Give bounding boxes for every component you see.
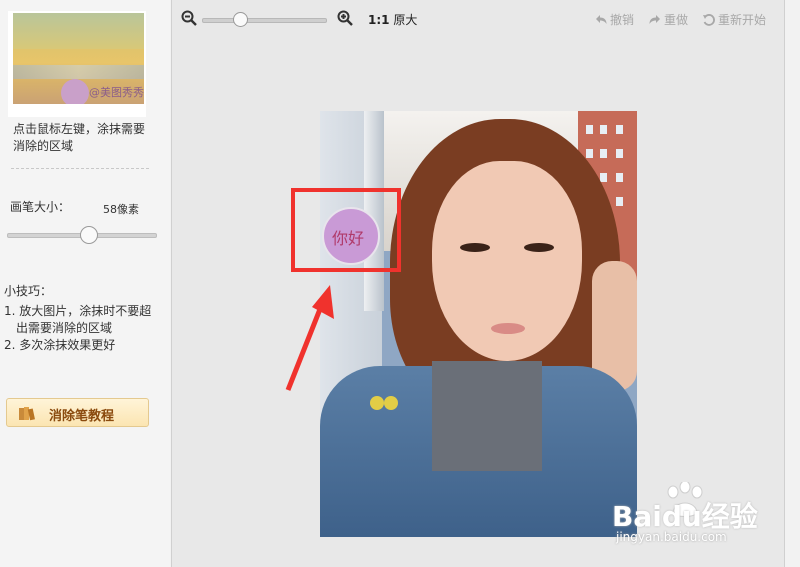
thumbnail-sky — [13, 13, 144, 49]
instruction-text: 点击鼠标左键，涂抹需要消除的区域 — [13, 122, 146, 153]
redo-label: 重做 — [664, 13, 689, 27]
photo-badge — [384, 396, 398, 410]
photo-face — [432, 161, 582, 361]
pointer-arrow-icon — [285, 285, 334, 391]
meitu-logo-icon — [61, 79, 89, 104]
zoom-in-icon[interactable] — [337, 10, 353, 26]
undo-label: 撤销 — [610, 13, 635, 27]
ratio-label: 原大 — [393, 13, 418, 27]
tip-item: 2. 多次涂抹效果更好 — [4, 338, 116, 352]
zoom-out-icon[interactable] — [181, 10, 197, 26]
baidu-watermark-url: jingyan.baidu.com — [616, 530, 727, 544]
undo-icon — [596, 14, 607, 24]
tips-list: 1. 放大图片，涂抹时不要超出需要消除的区域 2. 多次涂抹效果更好 — [2, 303, 157, 354]
restart-icon — [703, 13, 715, 26]
sidebar: @美图秀秀 点击鼠标左键，涂抹需要消除的区域 画笔大小： 58像素 小技巧： 1… — [0, 0, 170, 567]
thumbnail-image: @美图秀秀 — [13, 13, 144, 104]
brush-size-slider[interactable] — [7, 226, 157, 244]
ratio-value: 1:1 — [368, 13, 390, 27]
brush-size-label: 画笔大小： — [10, 200, 71, 214]
brush-size-value: 58像素 — [103, 203, 139, 216]
divider — [11, 168, 149, 169]
photo-lips — [491, 323, 525, 334]
book-icon — [19, 407, 35, 421]
thumbnail-water — [13, 65, 144, 79]
highlight-box — [291, 188, 401, 272]
tutorial-button-label: 消除笔教程 — [49, 409, 115, 424]
actual-size-button[interactable]: 1:1 原大 — [368, 11, 417, 28]
brush-size-handle[interactable] — [80, 226, 99, 244]
restart-label: 重新开始 — [718, 13, 767, 27]
zoom-handle[interactable] — [232, 12, 248, 27]
zoom-slider[interactable] — [202, 12, 327, 27]
toolbar: 1:1 原大 撤销 重做 重新开始 — [172, 0, 784, 36]
thumbnail[interactable]: @美图秀秀 — [8, 11, 146, 117]
undo-button[interactable]: 撤销 — [594, 11, 634, 28]
thumbnail-watermark: @美图秀秀 — [89, 86, 144, 99]
redo-button[interactable]: 重做 — [648, 11, 688, 28]
photo-canvas[interactable] — [320, 111, 637, 537]
tips-title: 小技巧： — [4, 284, 53, 298]
photo-eye — [524, 243, 554, 252]
redo-icon — [649, 14, 660, 24]
eraser-tutorial-button[interactable]: 消除笔教程 — [6, 398, 149, 427]
photo-shirt — [432, 361, 542, 471]
tip-item: 1. 放大图片，涂抹时不要超出需要消除的区域 — [4, 304, 152, 335]
baidu-watermark-title: Baidu经验 — [612, 500, 758, 533]
photo-eye — [460, 243, 490, 252]
photo-badge — [370, 396, 384, 410]
restart-button[interactable]: 重新开始 — [702, 11, 766, 28]
